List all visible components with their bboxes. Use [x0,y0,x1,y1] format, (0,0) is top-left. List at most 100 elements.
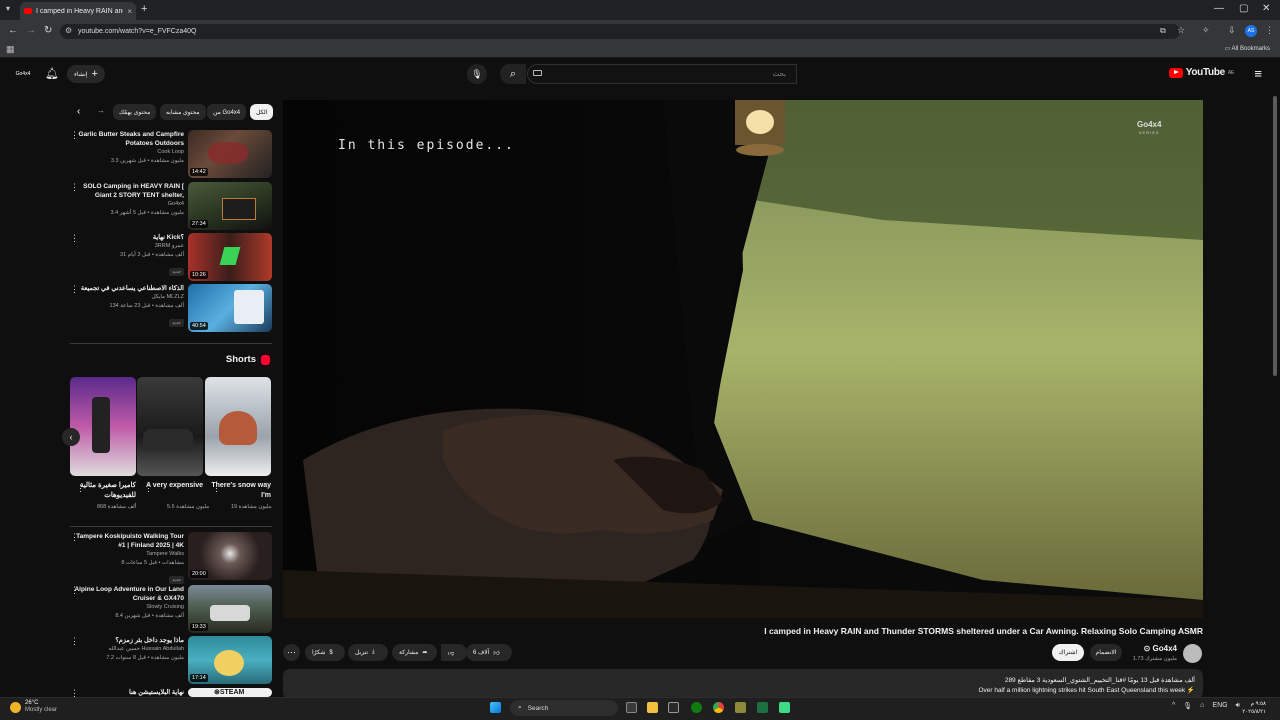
short-thumbnail[interactable] [205,377,271,476]
description-box[interactable] [283,669,1203,699]
browser-tab[interactable]: I camped in Heavy RAIN and Thunder STORM… [20,2,136,20]
channel-name: Cook Loop [157,149,184,155]
task-view-icon[interactable] [626,702,637,713]
sidebar-video-card[interactable]: ⋮ 17:14 ماذا يوجد داخل بئر زمزم؟ حسين عب… [70,636,272,684]
search-input[interactable]: بحث [527,64,797,84]
voice-search-button[interactable]: 🎙 [467,64,487,84]
channel-name: حسين عبدالله Hussain Abdullah [108,646,184,652]
site-info-icon[interactable]: ⚙ [65,26,72,35]
video-player[interactable] [283,100,1203,618]
chip-all[interactable]: الكل [250,104,274,120]
short-thumbnail[interactable] [137,377,203,476]
video-thumbnail[interactable]: 40:54 [188,284,272,332]
extensions-icon[interactable]: ✧ [1202,25,1210,36]
chips-scroll-right-icon[interactable]: → [97,106,105,115]
channel-avatar[interactable] [1183,644,1202,663]
sidebar-video-card[interactable]: ⋮ 10:26 نهاية Kick؟ 3RRM عمرو 31 ألف مشا… [70,233,272,281]
video-thumbnail[interactable]: 14:42 [188,130,272,178]
taskbar-clock[interactable]: ٩:٥٨ م ٢٠٢٥/٨/٢١ [1242,700,1266,716]
tab-search-icon[interactable]: ▾ [6,4,10,13]
keyboard-icon[interactable] [533,70,542,76]
reload-button[interactable]: ↻ [44,25,52,36]
short-thumbnail[interactable] [70,377,136,476]
channel-name[interactable]: ⊙ Go4x4 [1144,644,1177,653]
all-bookmarks-button[interactable]: ▭ All Bookmarks [1225,45,1270,52]
steam-logo: ⊛STEAM [214,689,245,696]
browser-menu-icon[interactable]: ⋮ [1265,25,1274,36]
more-options-icon[interactable]: ⋮ [144,483,153,494]
region-code: AE [1227,69,1234,76]
chrome-icon[interactable] [713,702,724,713]
excel-icon[interactable] [757,702,768,713]
video-thumbnail[interactable]: 19:33 [188,585,272,633]
language-indicator[interactable]: ENG [1212,702,1227,710]
back-button[interactable]: ← [8,25,18,36]
profile-avatar[interactable]: AS [1245,25,1257,37]
downloads-icon[interactable]: ⇩ [1228,25,1236,36]
address-bar[interactable]: ⚙ youtube.com/watch?v=e_FVFCza40Q [60,24,1180,39]
create-label: إنشاء [74,71,88,78]
like-button[interactable]: 6 آلاف 👍︎ [466,644,512,661]
video-thumbnail[interactable]: 17:14 [188,636,272,684]
apps-grid-icon[interactable]: ▦ [6,44,15,55]
download-button[interactable]: تنزيل ⤓ [348,644,388,661]
xbox-icon[interactable] [691,702,702,713]
file-explorer-icon[interactable] [647,702,658,713]
sidebar-video-card[interactable]: ⋮ 27:34 SOLO Camping in HEAVY RAIN [ Gia… [70,182,272,230]
sidebar-video-card[interactable]: ⋮ 20:00 Tampere Koskipuisto Walking Tour… [70,532,272,584]
new-tab-button[interactable]: + [141,3,147,15]
video-meta: نهاية البلايستيشن هنا [74,688,184,697]
windows-start-icon[interactable] [490,702,501,713]
close-window-button[interactable]: ✕ [1262,3,1270,14]
chip-similar[interactable]: محتوى مشابه [160,104,206,120]
shorts-scroll-left-button[interactable]: ‹ [62,428,80,446]
shorts-heading-label: Shorts [225,354,256,365]
network-icon[interactable]: ⌂ [1200,702,1204,710]
app-icon[interactable] [779,702,790,713]
join-button[interactable]: الانضمام [1090,644,1122,661]
more-options-icon[interactable]: ⋮ [212,483,221,494]
dislike-button[interactable]: 👎︎ [441,644,467,661]
mic-tray-icon[interactable]: 🎙 [1183,702,1192,710]
sidebar-video-card[interactable]: ⋮ 40:54 الذكاء الاصطناعي يساعدني في تجمي… [70,284,272,332]
minimize-button[interactable]: — [1214,3,1224,14]
create-button[interactable]: إنشاء + [67,65,105,83]
sidebar-video-card[interactable]: ⋮ 19:33 Alpine Loop Adventure in Our Lan… [70,585,272,633]
subscribe-button[interactable]: اشتراك [1052,644,1084,661]
video-thumbnail[interactable]: ⊛STEAM [188,688,272,697]
verified-icon: ⊙ [1143,644,1151,653]
video-thumbnail[interactable]: 20:00 [188,532,272,580]
account-avatar[interactable]: Go4x4 [16,68,30,80]
video-title: Alpine Loop Adventure in Our Land Cruise… [74,586,184,602]
youtube-logo[interactable]: YouTube AE [1168,67,1234,78]
sidebar-video-card[interactable]: ⋮ ⊛STEAM نهاية البلايستيشن هنا [70,688,272,697]
volume-icon[interactable]: 🔊︎ [1236,702,1240,710]
minecraft-icon[interactable] [735,702,746,713]
maximize-button[interactable]: ▢ [1239,3,1248,14]
short-title[interactable]: كاميرا صغيرة مثالية للفيديوهات [76,481,136,501]
more-actions-button[interactable]: ⋯ [283,644,300,661]
notifications-bell-icon[interactable]: 🔔︎ [45,67,59,80]
chip-related-interest[interactable]: محتوى يهمّك [113,104,157,120]
more-options-icon[interactable]: ⋮ [76,483,85,494]
video-thumbnail[interactable]: 10:26 [188,233,272,281]
search-button[interactable]: ⌕ [500,64,526,84]
close-tab-icon[interactable]: × [127,7,132,16]
chips-scroll-left-icon[interactable]: ‹ [77,106,80,117]
bookmark-star-icon[interactable]: ☆ [1177,25,1185,36]
taskbar-search-box[interactable]: ⌕ Search [510,700,618,716]
video-thumbnail[interactable]: 27:34 [188,182,272,230]
share-button[interactable]: مشاركة ➦ [392,644,437,661]
video-meta: Tampere Koskipuisto Walking Tour #1 | Fi… [74,532,184,586]
chip-from-channel[interactable]: من Go4x4 [207,104,247,120]
weather-widget[interactable]: 26°C Mostly clear [10,700,57,714]
guide-menu-icon[interactable]: ≡ [1254,66,1262,81]
sidebar-video-card[interactable]: ⋮ 14:42 Garlic Butter Steaks and Campfir… [70,130,272,178]
video-title: Garlic Butter Steaks and Campfire Potato… [78,131,184,147]
thanks-button[interactable]: شكرًا $ [305,644,345,661]
forward-button[interactable]: → [26,25,36,36]
store-icon[interactable] [668,702,679,713]
install-app-icon[interactable]: ⧉ [1160,26,1166,36]
tray-overflow-icon[interactable]: ^ [1172,702,1175,710]
page-scrollbar[interactable] [1273,96,1277,376]
